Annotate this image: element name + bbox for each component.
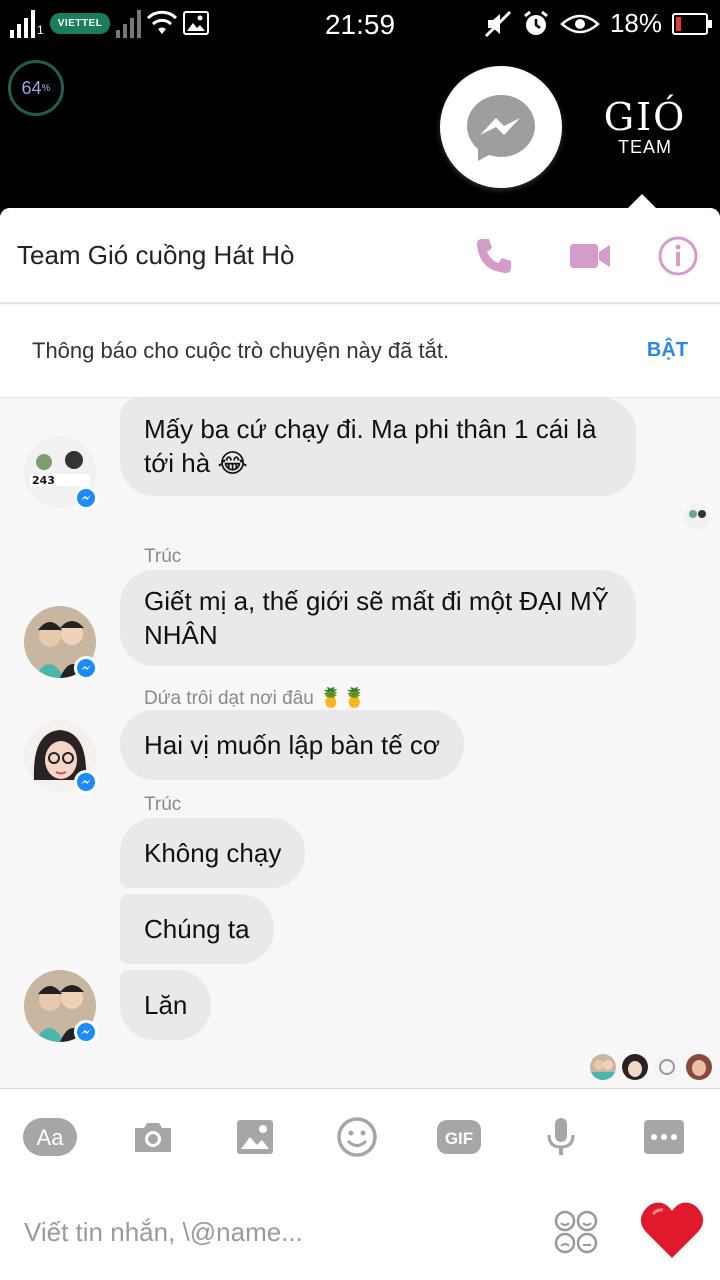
gif-icon: GIF <box>437 1120 481 1154</box>
message-bubble[interactable]: Chúng ta <box>120 894 274 964</box>
team-chat-head[interactable]: GIÓ TEAM <box>590 72 700 182</box>
sticker-icon <box>554 1210 598 1254</box>
notice-text: Thông báo cho cuộc trò chuyện này đã tắt… <box>32 338 450 363</box>
seen-avatar <box>684 504 710 530</box>
sender-name: Dứa trôi dạt nơi đâu 🍍🍍 <box>144 688 367 709</box>
memory-percent: 64 <box>21 77 42 98</box>
seen-avatar <box>686 1054 712 1080</box>
chat-header: Team Gió cuồng Hát Hò <box>0 208 720 304</box>
messenger-badge-icon <box>74 656 98 680</box>
messenger-chat-head[interactable] <box>440 66 562 188</box>
team-logo-sub: TEAM <box>617 136 672 157</box>
seen-avatar <box>590 1054 616 1080</box>
status-right: 18% <box>484 8 712 39</box>
alarm-icon <box>524 10 548 35</box>
text-icon-label: Aa <box>37 1125 65 1150</box>
message-bubble[interactable]: Giết mị a, thế giới sẽ mất đi một ĐẠI MỸ… <box>120 570 636 666</box>
memory-unit: % <box>41 82 51 94</box>
battery-icon <box>672 12 712 35</box>
team-logo: GIÓ <box>603 94 687 139</box>
avatar[interactable]: 243 <box>24 436 98 510</box>
status-bar: 1 VIETTEL 21:59 18% <box>0 0 720 50</box>
mute-icon <box>484 10 512 37</box>
avatar[interactable] <box>24 720 98 794</box>
chat-window: Team Gió cuồng Hát Hò Thông báo cho cuộc… <box>0 208 720 1280</box>
more-icon <box>644 1120 684 1154</box>
gif-icon-label: GIF <box>445 1129 473 1148</box>
messenger-icon <box>467 95 535 161</box>
avatar[interactable] <box>24 606 98 680</box>
messenger-badge-icon <box>74 486 98 510</box>
message-bubble[interactable]: Hai vị muốn lập bàn tế cơ <box>120 710 464 780</box>
video-call-button[interactable] <box>568 234 612 278</box>
text-format-button[interactable]: Aa <box>22 1113 78 1161</box>
text-icon: Aa <box>23 1118 77 1156</box>
avatar[interactable] <box>24 970 98 1044</box>
video-camera-icon <box>570 244 610 268</box>
heart-icon <box>640 1202 704 1258</box>
image-icon <box>237 1120 273 1154</box>
messenger-badge-icon <box>74 770 98 794</box>
smiley-icon <box>337 1117 377 1157</box>
seen-avatar <box>622 1054 648 1080</box>
messenger-badge-icon <box>74 1020 98 1044</box>
camera-button[interactable] <box>125 1113 181 1161</box>
gif-button[interactable]: GIF <box>431 1113 487 1161</box>
message-bubble[interactable]: Không chạy <box>120 818 306 888</box>
camera-icon <box>135 1123 171 1152</box>
emoji-button[interactable] <box>329 1113 385 1161</box>
heart-reaction-button[interactable] <box>636 1194 708 1266</box>
composer-toolbar: Aa GIF <box>0 1088 720 1184</box>
sender-name: Trúc <box>144 546 182 567</box>
battery-level <box>676 16 681 31</box>
more-button[interactable] <box>636 1113 692 1161</box>
message-bubble[interactable]: Lăn <box>120 970 212 1040</box>
notification-notice: Thông báo cho cuộc trò chuyện này đã tắt… <box>0 306 720 398</box>
info-button[interactable] <box>656 234 700 278</box>
microphone-icon <box>547 1118 575 1155</box>
enable-notifications-button[interactable]: BẬT <box>647 339 688 362</box>
sender-name: Trúc <box>144 794 182 815</box>
message-bubble[interactable]: Mấy ba cứ chạy đi. Ma phi thân 1 cái là … <box>120 398 636 496</box>
message-list[interactable]: 243 Mấy ba cứ chạy đi. Ma phi thân 1 cái… <box>0 398 720 1088</box>
message-input[interactable] <box>24 1210 524 1254</box>
svg-text:243: 243 <box>32 474 55 487</box>
chat-title[interactable]: Team Gió cuồng Hát Hò <box>17 240 294 271</box>
memory-indicator[interactable]: 64% <box>8 60 64 116</box>
composer <box>0 1184 720 1280</box>
phone-call-button[interactable] <box>472 234 516 278</box>
eye-icon <box>560 14 600 33</box>
seen-avatar <box>654 1054 680 1080</box>
battery-percent: 18% <box>609 8 662 38</box>
phone-icon <box>477 239 511 273</box>
info-icon <box>658 236 698 276</box>
gallery-button[interactable] <box>227 1113 283 1161</box>
voice-button[interactable] <box>533 1113 589 1161</box>
sticker-button[interactable] <box>550 1206 602 1258</box>
